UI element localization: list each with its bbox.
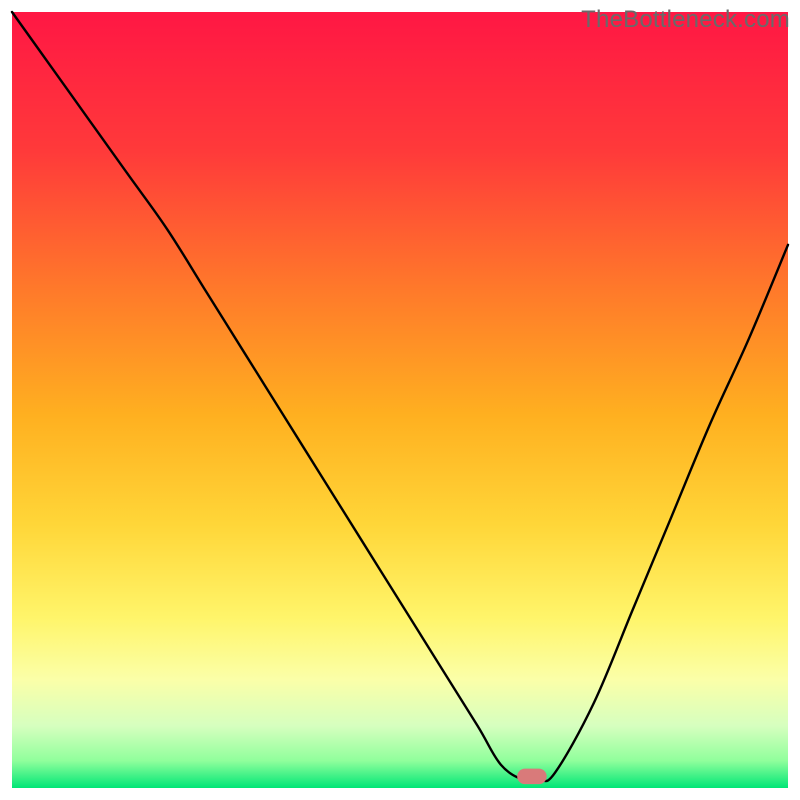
watermark-text: TheBottleneck.com bbox=[581, 6, 790, 34]
highlight-marker bbox=[517, 769, 546, 785]
plot-background bbox=[12, 12, 788, 788]
bottleneck-chart bbox=[0, 0, 800, 800]
chart-container: TheBottleneck.com bbox=[0, 0, 800, 800]
